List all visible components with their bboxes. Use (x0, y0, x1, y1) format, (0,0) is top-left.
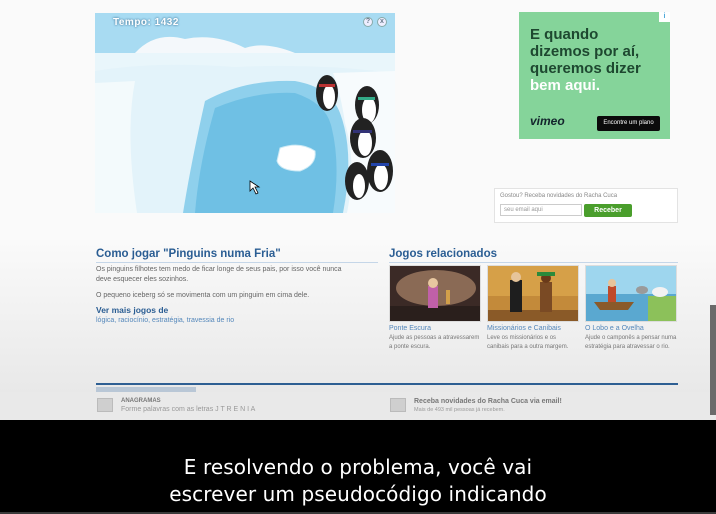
subtitle-line-2: escrever um pseudocódigo indicando (169, 482, 547, 506)
help-button[interactable]: ? (363, 17, 373, 27)
related-game-desc: Leve os missionários e os canibais para … (487, 335, 569, 350)
related-game-name[interactable]: O Lobo e a Ovelha (585, 325, 677, 332)
vimeo-ad[interactable]: i E quando dizemos por aí, queremos dize… (519, 12, 670, 139)
ad-choices-icon[interactable]: i (659, 12, 670, 22)
ad-text: E quando dizemos por aí, queremos dizer … (530, 26, 641, 94)
game-canvas[interactable]: Tempo: 1432 ? x (95, 13, 395, 213)
game-timer: Tempo: 1432 (113, 17, 179, 28)
related-games-title: Jogos relacionados (389, 248, 498, 260)
related-game-missionarios[interactable]: Missionários e Canibais Leve os missioná… (487, 265, 579, 351)
game-scene (95, 13, 395, 213)
anagram-title[interactable]: ANAGRAMAS (121, 398, 161, 404)
vimeo-logo: vimeo (530, 114, 565, 128)
related-game-name[interactable]: Missionários e Canibais (487, 325, 579, 332)
tag-link[interactable]: raciocínio (118, 317, 148, 324)
tag-link[interactable]: lógica (96, 317, 114, 324)
tag-link[interactable]: estratégia (152, 317, 183, 324)
game-thumbnail[interactable] (487, 265, 579, 322)
howto-paragraph-1: Os pinguins filhotes tem medo de ficar l… (96, 266, 342, 283)
ad-cta-button[interactable]: Encontre um plano (597, 116, 660, 131)
newsletter-box: Gostou? Receba novidades do Racha Cuca s… (494, 188, 678, 223)
tag-link[interactable]: travessia de rio (187, 317, 234, 324)
related-game-lobo-ovelha[interactable]: O Lobo e a Ovelha Ajude o camponês a pen… (585, 265, 677, 351)
scrollbar[interactable] (710, 305, 716, 415)
related-game-desc: Ajude as pessoas a atravessarem a ponte … (389, 335, 480, 350)
ad-line-2: dizemos por aí, (530, 43, 640, 60)
close-button[interactable]: x (377, 17, 387, 27)
howto-paragraph-2: O pequeno iceberg só se movimenta com um… (96, 292, 310, 299)
game-thumbnail[interactable] (389, 265, 481, 322)
related-game-ponte-escura[interactable]: Ponte Escura Ajude as pessoas a atravess… (389, 265, 481, 351)
subtitle-line-1: E resolvendo o problema, você vai (183, 455, 533, 479)
email-input[interactable]: seu email aqui (500, 204, 582, 216)
email-icon (390, 398, 406, 412)
subscribe-button[interactable]: Receber (584, 204, 632, 217)
email-promo-text: Mais de 493 mil pessoas já recebem. (414, 407, 505, 413)
ad-line-1: E quando (530, 26, 599, 43)
related-game-name[interactable]: Ponte Escura (389, 325, 481, 332)
howto-title: Como jogar "Pinguins numa Fria" (96, 248, 281, 260)
email-promo-title[interactable]: Receba novidades do Racha Cuca via email… (414, 398, 562, 405)
more-games-link[interactable]: Ver mais jogos de (96, 305, 168, 315)
browser-page: Tempo: 1432 ? x i E quando dizemos por a… (0, 0, 716, 514)
anagram-icon (97, 398, 113, 412)
ad-line-4: bem aqui. (530, 77, 601, 94)
bottom-promo-bar: ANAGRAMAS Forme palavras com as letras J… (0, 392, 716, 420)
related-game-desc: Ajude o camponês a pensar numa estratégi… (585, 335, 677, 350)
newsletter-label: Gostou? Receba novidades do Racha Cuca (500, 193, 618, 199)
game-tags: lógica, raciocínio, estratégia, travessi… (96, 317, 235, 324)
subtitle-overlay: E resolvendo o problema, você vai escrev… (0, 420, 716, 514)
game-thumbnail[interactable] (585, 265, 677, 322)
ad-line-3: queremos dizer (530, 60, 641, 77)
anagram-text[interactable]: Forme palavras com as letras J T R E N I… (121, 406, 255, 413)
